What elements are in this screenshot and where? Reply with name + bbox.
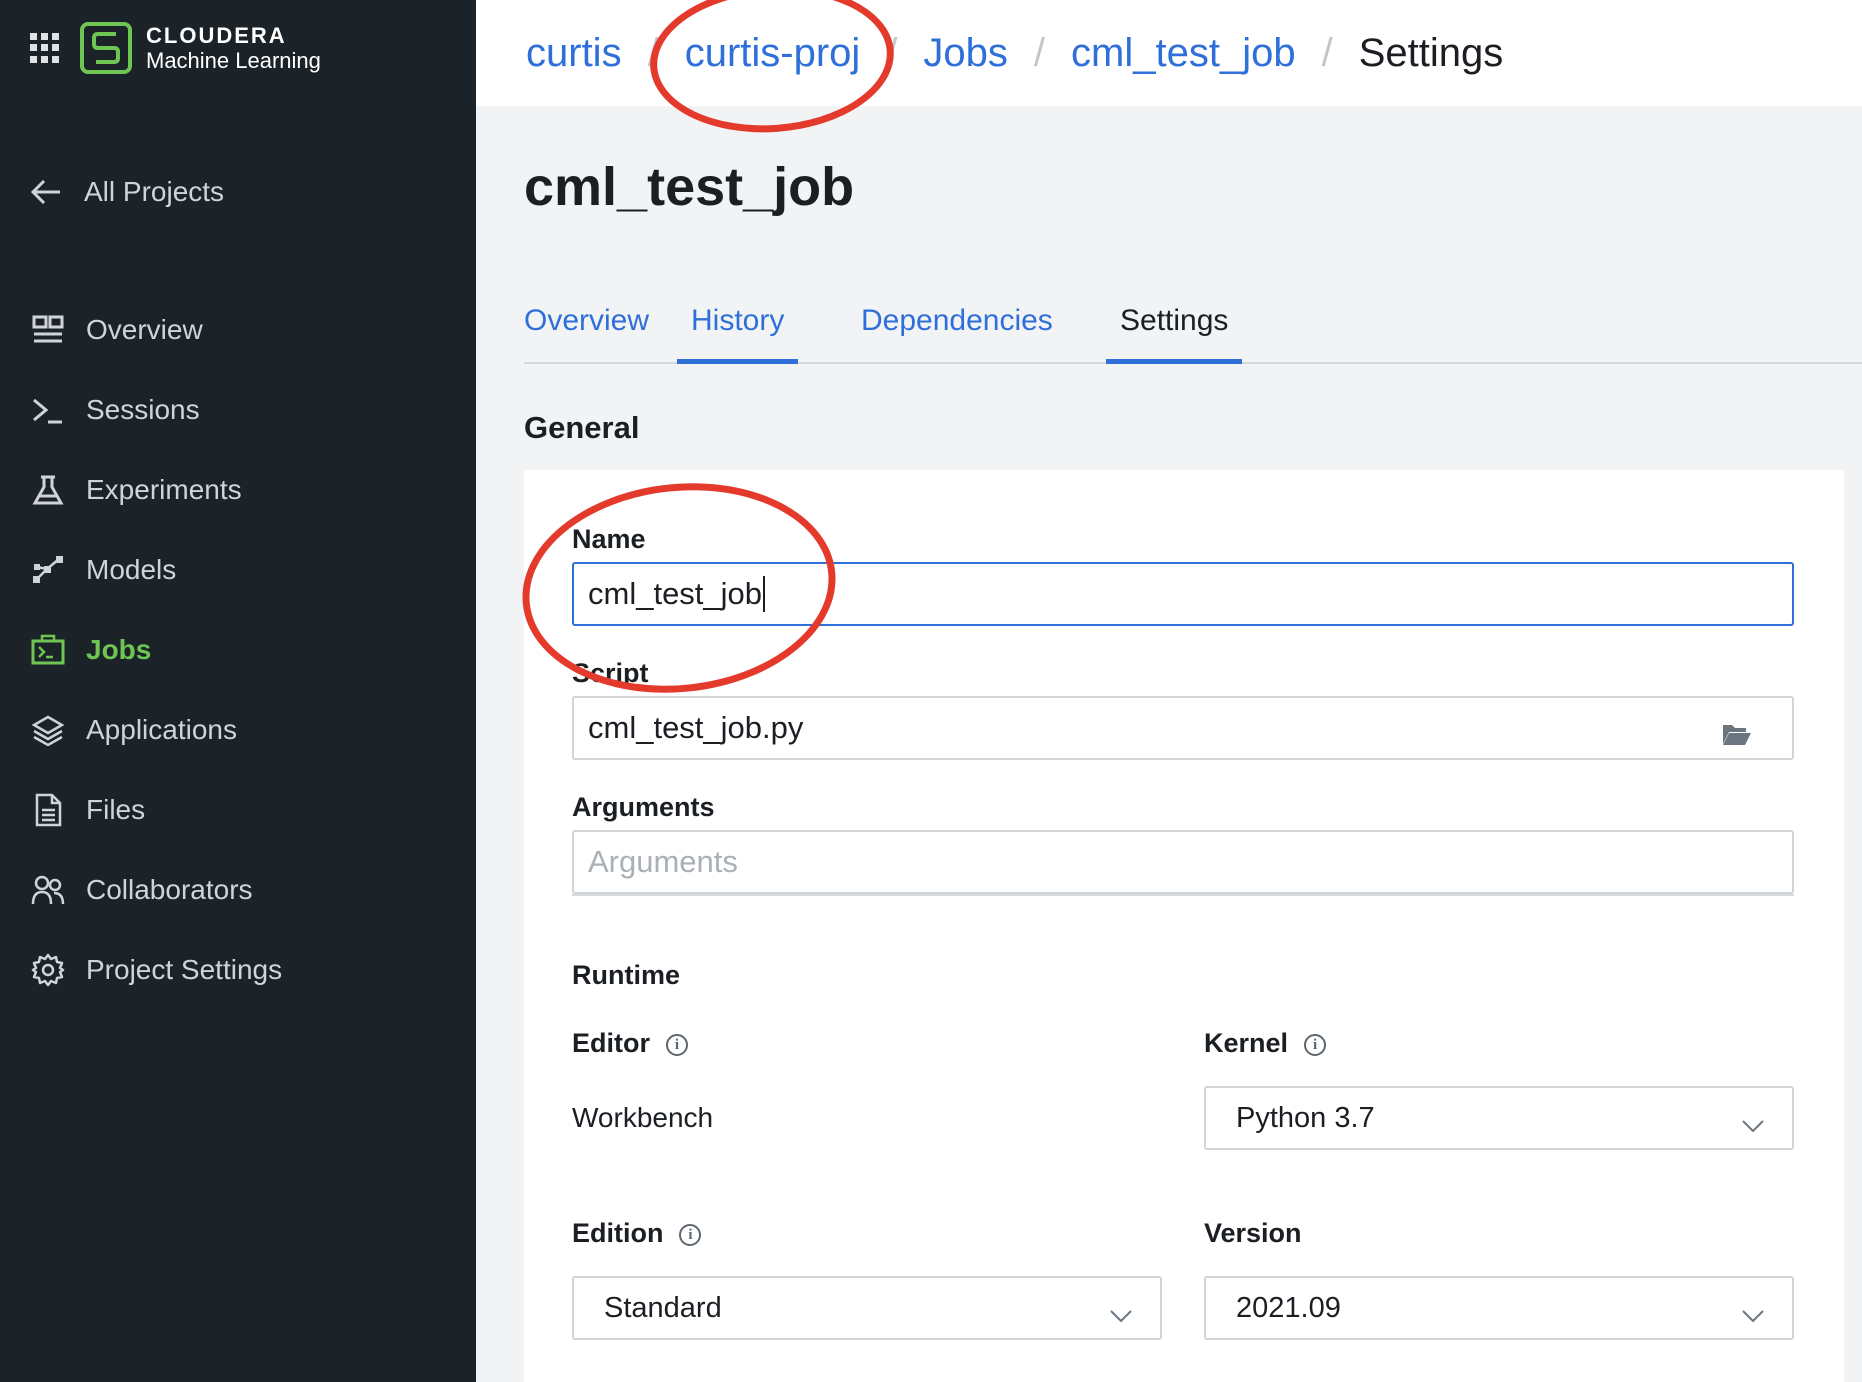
kernel-label-row: Kernel i	[1204, 1028, 1327, 1059]
name-input[interactable]: cml_test_job	[572, 562, 1794, 626]
sidebar: CLOUDERA Machine Learning All Projects O…	[0, 0, 476, 1382]
info-icon[interactable]: i	[679, 1223, 702, 1246]
tab-history[interactable]: History	[677, 296, 799, 364]
job-tabs: Overview History Dependencies Settings	[524, 296, 1862, 364]
main-content: cml_test_job Overview History Dependenci…	[476, 106, 1862, 1382]
breadcrumb-user[interactable]: curtis	[526, 31, 622, 76]
edition-select-value: Standard	[604, 1291, 722, 1324]
version-label: Version	[1204, 1218, 1302, 1248]
sidebar-item-label: Collaborators	[86, 874, 253, 905]
editor-label: Editor	[572, 1028, 650, 1058]
breadcrumb-separator: /	[1321, 30, 1333, 75]
sidebar-item-sessions[interactable]: Sessions	[30, 370, 450, 450]
breadcrumb-jobs[interactable]: Jobs	[923, 31, 1008, 76]
breadcrumb-separator: /	[647, 30, 659, 75]
breadcrumb-job[interactable]: cml_test_job	[1071, 31, 1296, 76]
page-title: cml_test_job	[524, 157, 855, 217]
folder-open-icon[interactable]	[1722, 718, 1752, 754]
version-select[interactable]: 2021.09	[1204, 1276, 1794, 1340]
users-icon	[30, 872, 66, 908]
project-nav: Overview Sessions Experiments Models Job…	[30, 290, 450, 1010]
kernel-label: Kernel	[1204, 1028, 1289, 1058]
chevron-down-icon	[1742, 1108, 1764, 1141]
script-label: Script	[572, 658, 649, 688]
breadcrumb-separator: /	[1033, 30, 1046, 75]
script-input[interactable]: cml_test_job.py	[572, 696, 1794, 760]
arguments-placeholder: Arguments	[588, 844, 738, 879]
name-input-value: cml_test_job	[588, 576, 763, 611]
kernel-select-value: Python 3.7	[1236, 1101, 1375, 1134]
section-title: General	[524, 410, 640, 445]
layers-icon	[30, 712, 66, 748]
sidebar-item-label: Experiments	[86, 474, 242, 505]
sidebar-item-label: Overview	[86, 314, 203, 345]
tab-dependencies[interactable]: Dependencies	[847, 296, 1067, 364]
arguments-label: Arguments	[572, 792, 715, 822]
chevron-down-icon	[1742, 1298, 1764, 1331]
sidebar-item-label: Jobs	[86, 634, 152, 665]
file-icon	[30, 792, 66, 828]
tab-settings[interactable]: Settings	[1106, 296, 1243, 364]
divider	[572, 894, 1794, 896]
sidebar-item-jobs[interactable]: Jobs	[30, 610, 450, 690]
sidebar-item-project-settings[interactable]: Project Settings	[30, 930, 450, 1010]
sidebar-item-label: Project Settings	[86, 954, 283, 985]
general-settings-card: Name cml_test_job Script cml_test_job.py…	[524, 470, 1844, 1382]
gear-icon	[30, 952, 66, 988]
brand-text: CLOUDERA Machine Learning	[146, 23, 321, 74]
arrow-left-icon	[30, 178, 62, 206]
name-label: Name	[572, 524, 646, 554]
sidebar-item-applications[interactable]: Applications	[30, 690, 450, 770]
sidebar-item-label: Models	[86, 554, 177, 585]
jobs-icon	[30, 632, 66, 668]
editor-value: Workbench	[572, 1102, 714, 1133]
terminal-icon	[30, 392, 66, 428]
sidebar-item-files[interactable]: Files	[30, 770, 450, 850]
info-icon[interactable]: i	[1304, 1033, 1327, 1056]
info-icon[interactable]: i	[666, 1033, 688, 1056]
brand-product: Machine Learning	[146, 48, 321, 73]
sidebar-item-collaborators[interactable]: Collaborators	[30, 850, 450, 930]
arguments-input[interactable]: Arguments	[572, 830, 1794, 894]
all-projects-link[interactable]: All Projects	[30, 176, 224, 208]
kernel-select[interactable]: Python 3.7	[1204, 1086, 1794, 1150]
editor-label-row: Editor i	[572, 1028, 688, 1059]
flask-icon	[30, 472, 66, 508]
breadcrumb: curtis / curtis-proj / Jobs / cml_test_j…	[476, 0, 1862, 106]
edition-label: Edition	[572, 1218, 664, 1248]
all-projects-label: All Projects	[84, 176, 225, 207]
version-select-value: 2021.09	[1236, 1291, 1341, 1324]
edition-label-row: Edition i	[572, 1218, 702, 1249]
sidebar-item-label: Applications	[86, 714, 237, 745]
brand-name: CLOUDERA	[146, 22, 287, 48]
sidebar-item-overview[interactable]: Overview	[30, 290, 450, 370]
script-input-value: cml_test_job.py	[588, 710, 804, 745]
app-switcher-icon[interactable]	[30, 33, 60, 63]
sidebar-item-experiments[interactable]: Experiments	[30, 450, 450, 530]
breadcrumb-current: Settings	[1358, 30, 1504, 75]
breadcrumb-separator: /	[886, 30, 898, 75]
text-cursor	[763, 576, 766, 612]
tab-overview[interactable]: Overview	[510, 296, 663, 364]
chevron-down-icon	[1110, 1298, 1132, 1331]
overview-icon	[30, 312, 66, 348]
runtime-title: Runtime	[572, 960, 680, 990]
breadcrumb-project[interactable]: curtis-proj	[685, 31, 861, 76]
cloudera-logo-icon	[80, 22, 132, 74]
models-icon	[30, 552, 66, 588]
sidebar-item-label: Sessions	[86, 394, 200, 425]
sidebar-item-label: Files	[86, 794, 146, 825]
sidebar-item-models[interactable]: Models	[30, 530, 450, 610]
edition-select[interactable]: Standard	[572, 1276, 1162, 1340]
brand: CLOUDERA Machine Learning	[30, 22, 321, 74]
